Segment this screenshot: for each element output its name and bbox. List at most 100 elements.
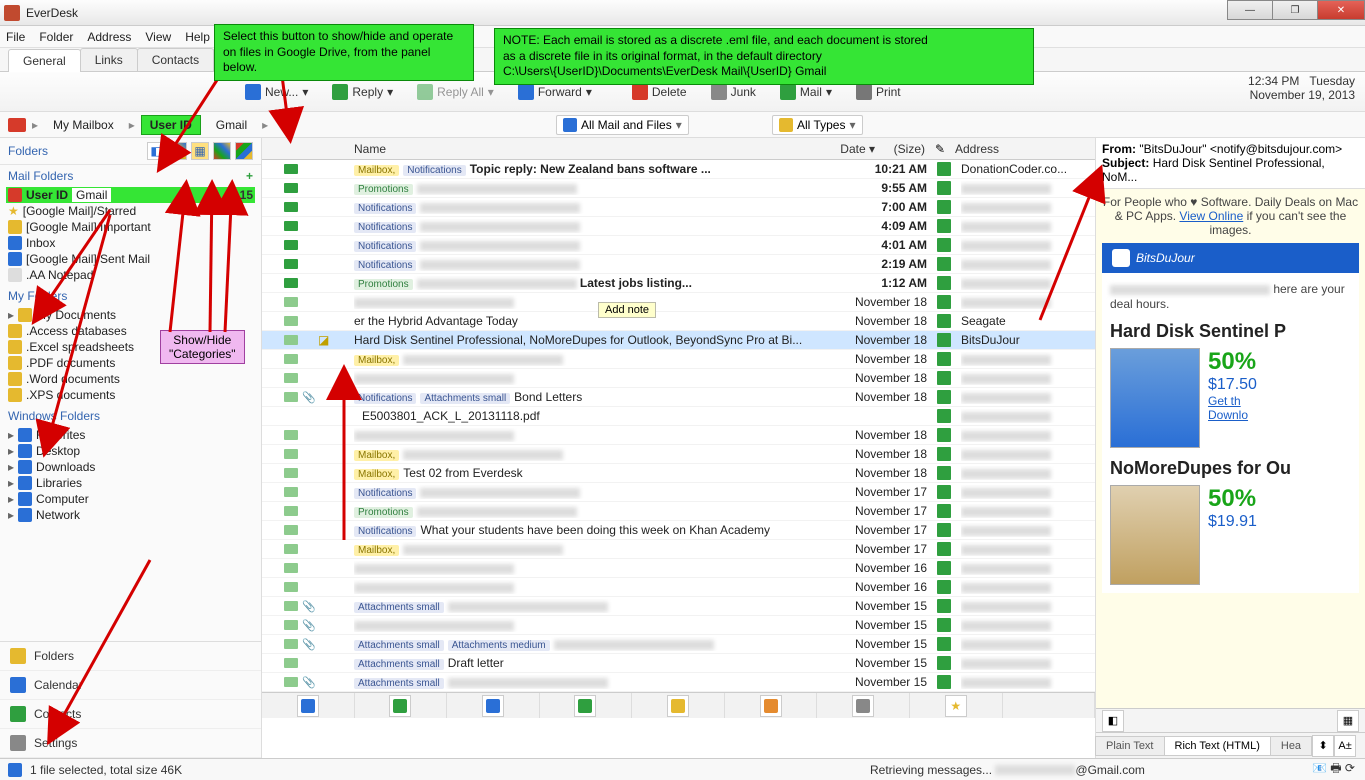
- replyall-button[interactable]: Reply All ▾: [408, 79, 503, 105]
- bb-btn-2[interactable]: [389, 695, 411, 717]
- doc-icon: [937, 314, 951, 328]
- envelope-icon: [284, 259, 298, 269]
- pv-icon-2[interactable]: ▦: [1337, 710, 1359, 732]
- col-name[interactable]: Name: [348, 142, 761, 156]
- mail-row[interactable]: Attachments smallDraft letterNovember 15: [262, 654, 1095, 673]
- menu-view[interactable]: View: [145, 30, 171, 44]
- menu-address[interactable]: Address: [87, 30, 131, 44]
- winfolder-item[interactable]: ▸Network: [6, 507, 255, 523]
- mail-row[interactable]: Mailbox,November 18: [262, 350, 1095, 369]
- close-button[interactable]: ✕: [1317, 0, 1365, 20]
- winfolder-item[interactable]: ▸Desktop: [6, 443, 255, 459]
- tree-inbox[interactable]: Inbox: [6, 235, 255, 251]
- mail-row[interactable]: Mailbox,November 18: [262, 445, 1095, 464]
- bb-btn-1[interactable]: [297, 695, 319, 717]
- mail-row[interactable]: Notifications7:00 AM: [262, 198, 1095, 217]
- mail-row[interactable]: NotificationsNovember 17: [262, 483, 1095, 502]
- bb-btn-8[interactable]: ★: [945, 695, 967, 717]
- bb-btn-4[interactable]: [574, 695, 596, 717]
- mail-row[interactable]: E5003801_ACK_L_20131118.pdf: [262, 407, 1095, 426]
- mail-row[interactable]: PromotionsNovember 17: [262, 502, 1095, 521]
- windows-icon[interactable]: [235, 142, 253, 160]
- ptab-headers[interactable]: Hea: [1270, 736, 1312, 756]
- ptab-rich[interactable]: Rich Text (HTML): [1164, 736, 1271, 756]
- deal1-get-link[interactable]: Get th: [1208, 394, 1257, 408]
- new-button[interactable]: New... ▾: [236, 79, 317, 105]
- nav-calendar[interactable]: Calendar: [0, 671, 261, 700]
- filter-mailfiles[interactable]: All Mail and Files▾: [556, 115, 689, 135]
- deal1-dl-link[interactable]: Downlo: [1208, 408, 1257, 422]
- tab-general[interactable]: General: [8, 49, 81, 72]
- col-date[interactable]: Date ▾: [761, 142, 881, 156]
- mail-row[interactable]: ◪Hard Disk Sentinel Professional, NoMore…: [262, 331, 1095, 350]
- mail-row[interactable]: 📎Attachments smallAttachments mediumNove…: [262, 635, 1095, 654]
- winfolder-item[interactable]: ▸Computer: [6, 491, 255, 507]
- mail-row[interactable]: 📎Attachments smallNovember 15: [262, 673, 1095, 692]
- mail-row[interactable]: 📎November 15: [262, 616, 1095, 635]
- col-addr-icon[interactable]: ✎: [931, 142, 949, 156]
- crumb-root[interactable]: My Mailbox: [44, 115, 123, 135]
- mail-row[interactable]: November 16: [262, 578, 1095, 597]
- nav-folders[interactable]: Folders: [0, 642, 261, 671]
- mail-row[interactable]: Notifications4:09 AM: [262, 217, 1095, 236]
- winfolder-item[interactable]: ▸Downloads: [6, 459, 255, 475]
- multi-icon[interactable]: [213, 142, 231, 160]
- menu-folder[interactable]: Folder: [39, 30, 73, 44]
- reply-button[interactable]: Reply ▾: [323, 79, 402, 105]
- winfolder-item[interactable]: ▸Libraries: [6, 475, 255, 491]
- tree-notepad[interactable]: .AA Notepad: [6, 267, 255, 283]
- mail-row[interactable]: Notifications4:01 AM: [262, 236, 1095, 255]
- ptab-plain[interactable]: Plain Text: [1095, 736, 1165, 756]
- pv-icon-1[interactable]: ◧: [1102, 710, 1124, 732]
- mail-row[interactable]: Mailbox,Test 02 from EverdeskNovember 18: [262, 464, 1095, 483]
- myfolder-item[interactable]: .Word documents: [6, 371, 255, 387]
- col-address[interactable]: Address: [949, 142, 1089, 156]
- bb-btn-7[interactable]: [852, 695, 874, 717]
- tree-starred[interactable]: ★[Google Mail]/Starred: [6, 203, 255, 219]
- mail-row[interactable]: Promotions9:55 AM: [262, 179, 1095, 198]
- tree-userid[interactable]: User ID Gmail 15: [6, 187, 255, 203]
- menu-file[interactable]: File: [6, 30, 25, 44]
- mail-row[interactable]: Promotions Latest jobs listing...1:12 AM: [262, 274, 1095, 293]
- view-online-link[interactable]: View Online: [1179, 209, 1243, 223]
- mail-row[interactable]: Mailbox,November 17: [262, 540, 1095, 559]
- nav-settings[interactable]: Settings: [0, 729, 261, 758]
- maximize-button[interactable]: ❐: [1272, 0, 1318, 20]
- doc-icon: [937, 447, 951, 461]
- tree-important[interactable]: [Google Mail]/Important: [6, 219, 255, 235]
- add-mailfolder-icon[interactable]: +: [246, 169, 253, 183]
- myfolder-item[interactable]: .XPS documents: [6, 387, 255, 403]
- mail-row[interactable]: November 18: [262, 369, 1095, 388]
- gdrive-icon[interactable]: [169, 142, 187, 160]
- winfolder-item[interactable]: ▸Favorites: [6, 427, 255, 443]
- mail-row[interactable]: NotificationsWhat your students have bee…: [262, 521, 1095, 540]
- ptab-extra-2[interactable]: A±: [1334, 735, 1356, 757]
- doc-icon: [937, 485, 951, 499]
- mail-row[interactable]: November 18: [262, 293, 1095, 312]
- filter-types[interactable]: All Types▾: [772, 115, 863, 135]
- mail-row[interactable]: November 18: [262, 426, 1095, 445]
- col-size[interactable]: (Size): [881, 142, 931, 156]
- minimize-button[interactable]: —: [1227, 0, 1273, 20]
- mail-row[interactable]: 📎NotificationsAttachments smallBond Lett…: [262, 388, 1095, 407]
- ptab-extra-1[interactable]: ⬍: [1312, 735, 1334, 757]
- mail-row[interactable]: 📎Attachments smallNovember 15: [262, 597, 1095, 616]
- tab-links[interactable]: Links: [80, 48, 138, 71]
- myfolder-item[interactable]: ▸My Documents: [6, 307, 255, 323]
- tab-contacts[interactable]: Contacts: [137, 48, 214, 71]
- mail-row[interactable]: Notifications2:19 AM: [262, 255, 1095, 274]
- preview-body[interactable]: For People who ♥ Software. Daily Deals o…: [1096, 189, 1365, 708]
- mail-row[interactable]: er the Hybrid Advantage TodayNovember 18…: [262, 312, 1095, 331]
- crumb-acct[interactable]: Gmail: [207, 115, 256, 135]
- bb-btn-3[interactable]: [482, 695, 504, 717]
- bb-btn-6[interactable]: [760, 695, 782, 717]
- boxnet-icon[interactable]: ◧: [147, 142, 165, 160]
- categories-icon[interactable]: ▦: [191, 142, 209, 160]
- mail-row[interactable]: Mailbox,NotificationsTopic reply: New Ze…: [262, 160, 1095, 179]
- mail-row[interactable]: November 16: [262, 559, 1095, 578]
- menu-help[interactable]: Help: [185, 30, 210, 44]
- tree-sent[interactable]: [Google Mail]/Sent Mail: [6, 251, 255, 267]
- crumb-user[interactable]: User ID: [141, 115, 201, 135]
- bb-btn-5[interactable]: [667, 695, 689, 717]
- nav-contacts[interactable]: Contacts: [0, 700, 261, 729]
